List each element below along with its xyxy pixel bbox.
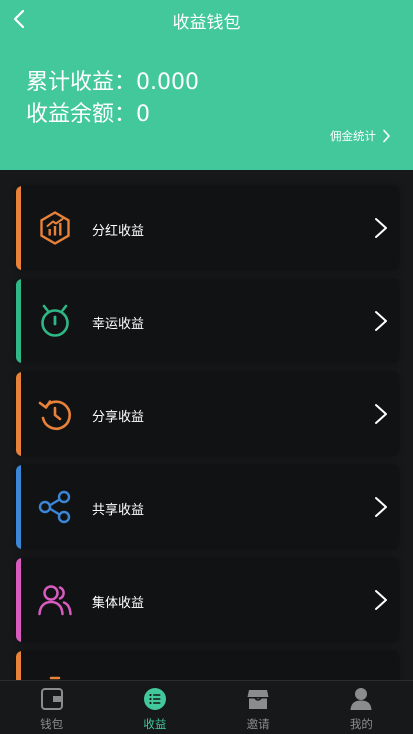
accent-bar — [16, 651, 21, 680]
tab-label: 邀请 — [246, 717, 270, 731]
tab-invite[interactable]: 邀请 — [207, 681, 310, 734]
chevron-right-icon — [383, 129, 390, 143]
menu-item-lucky-earnings[interactable]: 幸运收益 — [16, 279, 399, 363]
share-nodes-icon — [38, 490, 71, 524]
accent-bar — [16, 186, 21, 270]
user-icon — [350, 688, 372, 710]
menu-item-dividend-earnings[interactable]: 分红收益 — [16, 186, 399, 270]
accent-bar — [16, 558, 21, 642]
menu-item-collective-earnings[interactable]: 集体收益 — [16, 558, 399, 642]
commission-stats-link[interactable]: 佣金统计 — [330, 128, 391, 144]
menu-item-partial[interactable] — [16, 651, 399, 680]
header: 收益钱包 累计收益：0.000 收益余额：0 佣金统计 — [0, 0, 413, 170]
earnings-balance: 收益余额：0 — [26, 102, 150, 127]
alarm-clock-icon — [41, 304, 69, 337]
chevron-right-icon — [375, 218, 387, 238]
store-icon — [247, 690, 269, 709]
accent-bar — [16, 372, 21, 456]
tab-label: 收益 — [143, 717, 167, 731]
timer-refresh-icon — [38, 400, 72, 431]
accent-bar — [16, 279, 21, 363]
users-icon — [38, 585, 72, 616]
bottom-tab-bar: 钱包 收益 邀请 我的 — [0, 680, 413, 734]
tab-label: 我的 — [349, 717, 373, 731]
menu-item-shared-earnings[interactable]: 共享收益 — [16, 465, 399, 549]
menu-item-label: 集体收益 — [92, 596, 145, 611]
menu-item-share-earnings[interactable]: 分享收益 — [16, 372, 399, 456]
menu-item-label: 幸运收益 — [92, 317, 145, 332]
menu-item-label: 分享收益 — [92, 410, 145, 425]
chevron-right-icon — [375, 311, 387, 331]
menu-item-label: 共享收益 — [92, 503, 145, 518]
menu-item-label: 分红收益 — [92, 224, 145, 239]
page-title: 收益钱包 — [172, 13, 241, 33]
tab-earnings[interactable]: 收益 — [103, 681, 206, 734]
list-icon — [143, 688, 166, 710]
tab-mine[interactable]: 我的 — [310, 681, 413, 734]
earnings-menu-list: 分红收益 幸运收益 分享收益 共享收益 集体收益 — [0, 170, 413, 680]
chevron-right-icon — [375, 497, 387, 517]
tab-label: 钱包 — [40, 717, 64, 731]
wallet-icon — [40, 688, 63, 710]
tab-wallet[interactable]: 钱包 — [0, 681, 103, 734]
accent-bar — [16, 465, 21, 549]
hexagon-chart-icon — [40, 211, 70, 245]
commission-stats-label: 佣金统计 — [330, 129, 376, 143]
total-earnings: 累计收益：0.000 — [26, 70, 199, 95]
chevron-right-icon — [375, 404, 387, 424]
chevron-right-icon — [375, 590, 387, 610]
